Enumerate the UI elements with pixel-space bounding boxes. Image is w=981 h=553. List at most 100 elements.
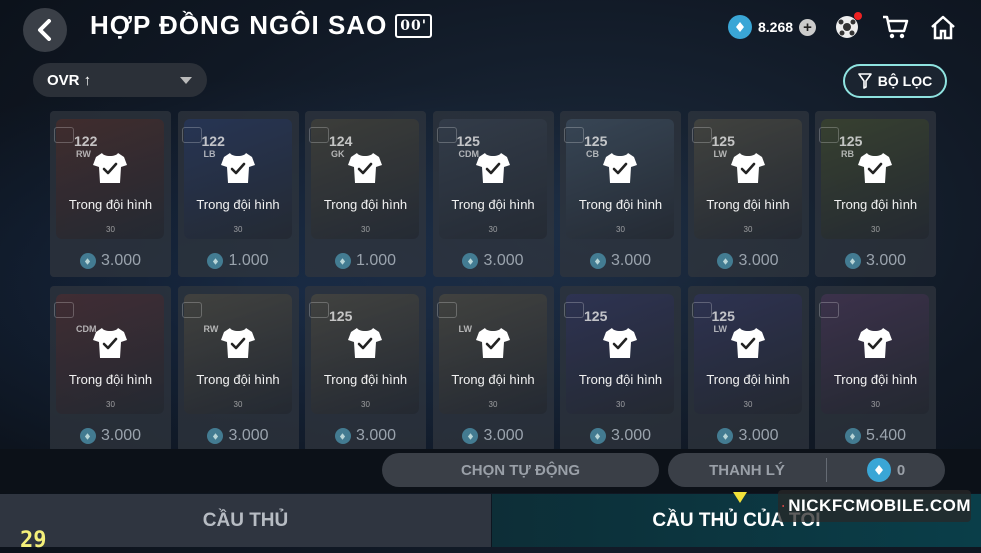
back-button[interactable] [23, 8, 67, 52]
plus-icon[interactable]: + [799, 18, 817, 36]
player-card[interactable]: 125 CDM Trong đội hình 30 3.000 [432, 111, 554, 277]
player-card[interactable]: CDM Trong đội hình 30 3.000 [50, 286, 171, 451]
fc-coin-icon [79, 253, 96, 269]
sort-label: OVR ↑ [47, 71, 92, 89]
player-card[interactable]: 122 LB Trong đội hình 30 1.000 [177, 111, 299, 277]
card-status: Trong đội hình [196, 197, 280, 212]
page-title: HỢP ĐỒNG NGÔI SAO 00' [90, 10, 433, 41]
player-card[interactable]: 122 RW Trong đội hình 30 3.000 [50, 111, 171, 277]
card-level: 30 [616, 225, 625, 234]
auto-select-button[interactable]: CHỌN TỰ ĐỘNG [382, 453, 659, 487]
card-ovr: 125 [711, 133, 735, 149]
card-emblem-icon [181, 302, 202, 318]
in-squad-shirt-icon [93, 153, 127, 183]
card-ovr: 125 [839, 133, 863, 149]
card-level: 30 [743, 400, 753, 409]
card-emblem-icon [309, 302, 329, 318]
watermark-text: NICKFCMOBILE.COM [788, 496, 971, 515]
filter-icon [857, 73, 872, 89]
fc-coin-icon [79, 428, 96, 444]
card-price-value: 3.000 [100, 427, 142, 444]
in-squad-shirt-icon [730, 328, 765, 358]
card-status: Trong đội hình [196, 372, 280, 387]
card-price: 3.000 [688, 252, 809, 270]
player-card[interactable]: 124 GK Trong đội hình 30 1.000 [305, 111, 426, 277]
in-squad-shirt-icon [603, 153, 637, 183]
fc-coin-icon [717, 428, 734, 444]
home-button[interactable] [926, 10, 960, 44]
card-price: 1.000 [305, 252, 426, 270]
card-status: Trong đội hình [68, 197, 153, 212]
card-ovr: 125 [584, 308, 608, 324]
card-status: Trong đội hình [323, 197, 408, 212]
card-price-value: 3.000 [738, 252, 779, 269]
card-price: 3.000 [305, 427, 426, 445]
currency-value: 8.268 [758, 19, 794, 35]
event-button[interactable] [830, 10, 864, 44]
card-price-value: 3.000 [100, 252, 142, 269]
card-level: 30 [616, 400, 625, 409]
fc-coin-icon [844, 253, 861, 269]
player-card[interactable]: Trong đội hình 30 5.400 [815, 286, 936, 451]
player-card[interactable]: 125 Trong đội hình 30 3.000 [560, 286, 681, 451]
player-card-grid: 122 RW Trong đội hình 30 3.000 122 LB Trong đội… [50, 111, 938, 451]
card-position: LW [713, 324, 728, 334]
shopping-cart-icon [883, 15, 909, 39]
tab-players[interactable]: CẦU THỦ [0, 494, 491, 547]
card-position: GK [331, 149, 345, 159]
card-price-value: 3.000 [355, 427, 397, 444]
card-status: Trong đội hình [451, 372, 535, 387]
player-card[interactable]: 125 LW Trong đội hình 30 3.000 [687, 286, 809, 451]
card-price: 3.000 [433, 252, 554, 270]
player-card[interactable]: RW Trong đội hình 30 3.000 [177, 286, 299, 451]
fc-coin-icon [207, 428, 224, 444]
season-badge: 00' [395, 13, 433, 38]
card-status: Trong đội hình [578, 372, 663, 387]
in-squad-shirt-icon [730, 153, 765, 183]
card-price-value: 3.000 [483, 427, 524, 444]
card-position: RW [76, 149, 91, 159]
filter-button[interactable]: BỘ LỌC [843, 64, 947, 98]
sell-total-value: 0 [896, 461, 906, 479]
player-card[interactable]: 125 RB Trong đội hình 30 3.000 [815, 111, 936, 277]
player-card[interactable]: 125 CB Trong đội hình 30 3.000 [560, 111, 681, 277]
player-card[interactable]: 125 LW Trong đội hình 30 3.000 [687, 111, 809, 277]
in-squad-shirt-icon [858, 153, 892, 183]
fc-coin-icon [334, 428, 351, 444]
page-title-text: HỢP ĐỒNG NGÔI SAO [90, 10, 388, 40]
card-price-value: 1.000 [355, 252, 397, 269]
card-price: 3.000 [688, 427, 809, 445]
fc-coin-icon [866, 458, 891, 482]
card-emblem-icon [691, 302, 712, 318]
card-price: 3.000 [178, 427, 299, 445]
card-price: 3.000 [50, 252, 171, 270]
player-card[interactable]: LW Trong đội hình 30 3.000 [432, 286, 554, 451]
card-price: 3.000 [50, 427, 171, 445]
chevron-down-icon [180, 77, 192, 84]
card-level: 30 [871, 225, 880, 234]
player-card[interactable]: 125 Trong đội hình 30 3.000 [305, 286, 426, 451]
card-ovr: 125 [711, 308, 735, 324]
card-emblem-icon [564, 302, 584, 318]
shop-button[interactable] [878, 10, 912, 44]
card-position: LB [203, 149, 216, 159]
auto-select-label: CHỌN TỰ ĐỘNG [460, 461, 581, 479]
sort-dropdown[interactable]: OVR ↑ [33, 63, 207, 97]
sell-label: THANH LÝ [709, 461, 785, 479]
fc-coin-icon [462, 253, 479, 269]
card-position: CB [586, 149, 599, 159]
card-price: 3.000 [560, 427, 681, 445]
fc-coin-icon [728, 15, 752, 39]
sell-button[interactable]: THANH LÝ 0 [668, 453, 945, 487]
fc-coin-icon [844, 428, 861, 444]
card-level: 30 [361, 225, 370, 234]
card-emblem-icon [691, 127, 712, 143]
card-price-value: 3.000 [228, 427, 269, 444]
in-squad-shirt-icon [858, 328, 892, 358]
card-position: LW [458, 324, 473, 334]
card-level: 30 [488, 400, 498, 409]
football-icon [782, 504, 785, 508]
in-squad-shirt-icon [220, 153, 255, 183]
corner-number: 29 [20, 528, 47, 553]
card-emblem-icon [181, 127, 202, 143]
